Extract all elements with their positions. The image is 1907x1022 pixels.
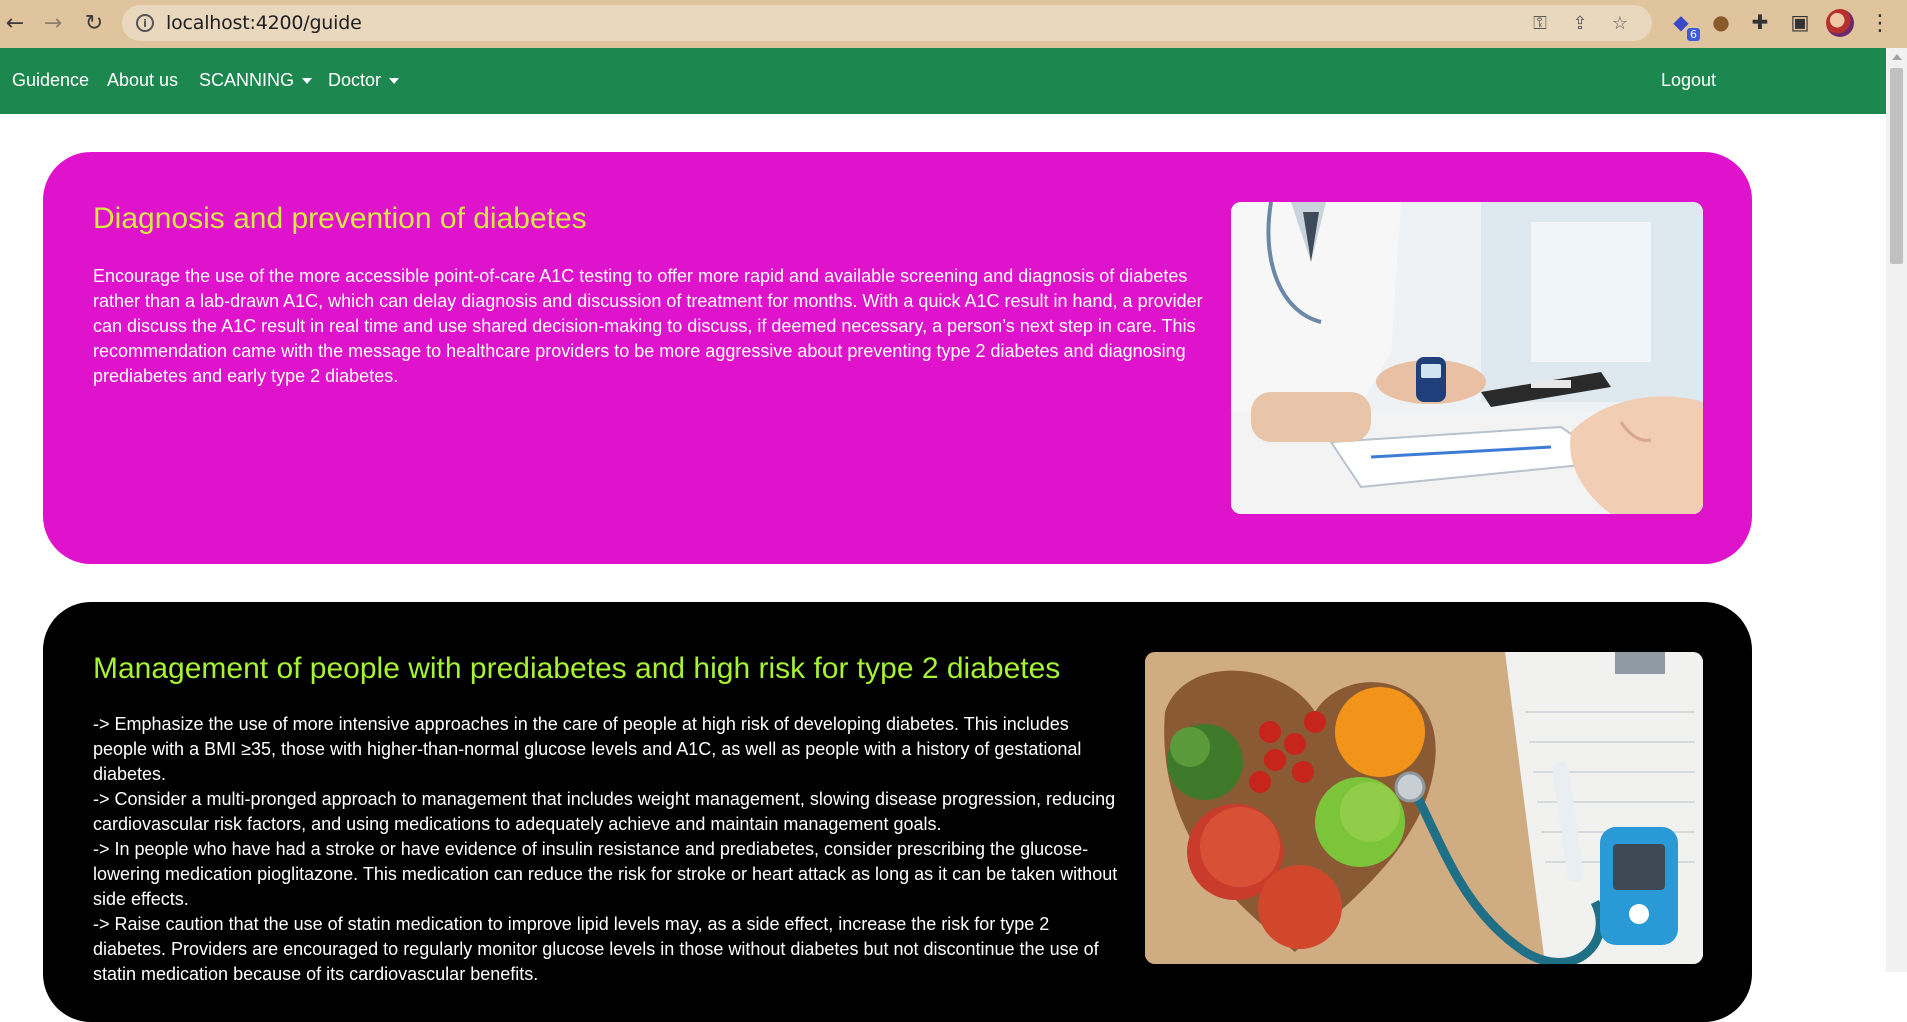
section-paragraph: -> In people who have had a stroke or ha…: [93, 839, 1118, 909]
section-body: Encourage the use of the more accessible…: [93, 264, 1208, 389]
section-card-management: Management of people with prediabetes an…: [43, 602, 1752, 1022]
caret-down-icon: [302, 77, 313, 84]
url-text[interactable]: localhost:4200/guide: [166, 12, 362, 34]
side-panel-icon[interactable]: ▣: [1787, 9, 1813, 35]
scroll-up-arrow-icon[interactable]: [1892, 54, 1902, 60]
logout-link[interactable]: Logout: [1661, 70, 1716, 91]
doctor-glucometer-image: [1231, 202, 1703, 514]
puzzle-icon[interactable]: ✚: [1747, 9, 1773, 35]
site-info-icon[interactable]: i: [136, 14, 154, 32]
section-card-diagnosis: Diagnosis and prevention of diabetes Enc…: [43, 152, 1752, 564]
page-scrollbar[interactable]: [1886, 48, 1907, 972]
nav-doctor-label: Doctor: [328, 70, 382, 90]
nav-doctor-dropdown[interactable]: Doctor: [328, 70, 400, 91]
section-paragraph: -> Raise caution that the use of statin …: [93, 914, 1099, 984]
arrow-right-icon: →: [43, 10, 63, 36]
nav-about-label: About us: [107, 70, 179, 90]
section-paragraph: -> Consider a multi-pronged approach to …: [93, 789, 1116, 834]
section-paragraph: Encourage the use of the more accessible…: [93, 266, 1203, 386]
scroll-thumb[interactable]: [1890, 68, 1903, 264]
nav-scanning-label: SCANNING: [199, 70, 295, 90]
browser-toolbar: ← → ↻ i localhost:4200/guide ⚿ ⇪ ☆ ◆ 6 ● …: [0, 0, 1907, 48]
nav-guidance[interactable]: Guidence: [12, 70, 89, 91]
section-paragraph: -> Emphasize the use of more intensive a…: [93, 714, 1082, 784]
key-icon[interactable]: ⚿: [1530, 13, 1550, 34]
address-bar[interactable]: i localhost:4200/guide ⚿ ⇪ ☆: [122, 5, 1652, 41]
app-navbar: Guidence About us SCANNING Doctor Logout: [0, 48, 1886, 114]
share-icon[interactable]: ⇪: [1570, 13, 1590, 34]
nav-about-us[interactable]: About us: [107, 70, 178, 91]
extension-badge: 6: [1687, 28, 1700, 41]
back-button[interactable]: ←: [0, 8, 30, 38]
reload-icon: ↻: [84, 10, 104, 36]
star-icon[interactable]: ☆: [1610, 13, 1630, 34]
reload-button[interactable]: ↻: [79, 8, 109, 38]
section-body: -> Emphasize the use of more intensive a…: [93, 712, 1123, 987]
arrow-left-icon: ←: [5, 10, 25, 36]
nav-scanning-dropdown[interactable]: SCANNING: [199, 70, 313, 91]
section-title: Diagnosis and prevention of diabetes: [93, 202, 587, 235]
logout-label: Logout: [1661, 70, 1717, 90]
menu-icon[interactable]: ⋮: [1869, 8, 1891, 38]
cookie-icon[interactable]: ●: [1708, 9, 1734, 35]
extension-icon[interactable]: ◆ 6: [1668, 9, 1700, 41]
profile-avatar[interactable]: [1826, 9, 1854, 37]
nav-guidance-label: Guidence: [12, 70, 90, 90]
caret-down-icon: [389, 77, 400, 84]
section-title: Management of people with prediabetes an…: [93, 652, 1061, 685]
forward-button[interactable]: →: [38, 8, 68, 38]
heart-bowl-fruit-image: [1145, 652, 1703, 964]
